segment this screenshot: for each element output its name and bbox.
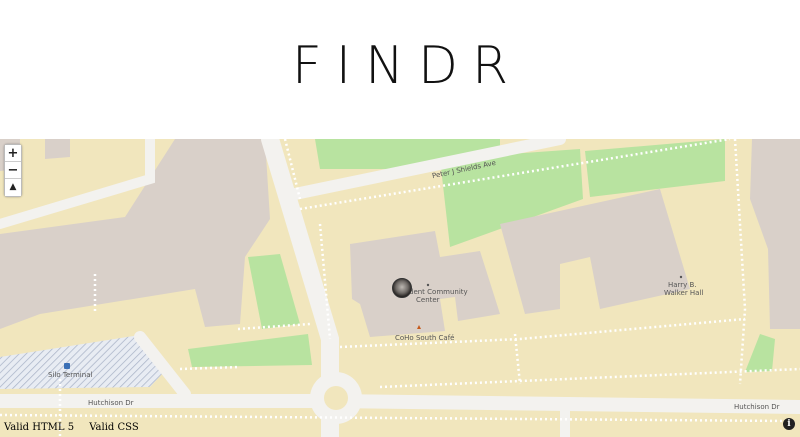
poi-label: Silo Terminal [48,371,92,379]
footpath [0,413,791,423]
street-label: Hutchison Dr [88,399,134,407]
park-area [745,334,775,372]
zoom-out-button[interactable]: − [5,162,21,179]
poi-label: CoHo South Café [395,334,454,342]
poi-dot [426,283,430,287]
footer: Valid HTML 5 Valid CSS [4,422,151,433]
building-label: Harry B. [668,281,697,289]
footpath [179,365,241,371]
info-icon[interactable]: i [783,418,795,430]
valid-css-link[interactable]: Valid CSS [89,422,138,433]
road-northwest [0,139,155,229]
building-label: Walker Hall [664,289,703,297]
page-header: FINDR [0,0,800,139]
park-area [585,139,725,197]
street-label: Hutchison Dr [734,403,780,411]
building-label: dent Community [409,288,468,296]
user-location-marker[interactable] [392,278,412,298]
roundabout-island [324,386,348,410]
footpath [379,367,800,389]
building [750,139,800,329]
transit-stop-icon [64,363,70,369]
building [45,139,70,159]
poi-dot [679,275,683,279]
footpath [733,139,747,385]
map-zoom-controls: + − ▲ [4,144,22,197]
compass-icon[interactable]: ▲ [5,179,21,196]
park-area [248,254,300,329]
building [0,139,270,329]
park-area [188,334,312,367]
building [350,231,500,337]
app-title: FINDR [291,36,523,96]
building-label: Center [416,296,440,304]
valid-html5-link[interactable]: Valid HTML 5 [4,422,74,433]
zoom-in-button[interactable]: + [5,145,21,162]
footpath [513,333,522,385]
